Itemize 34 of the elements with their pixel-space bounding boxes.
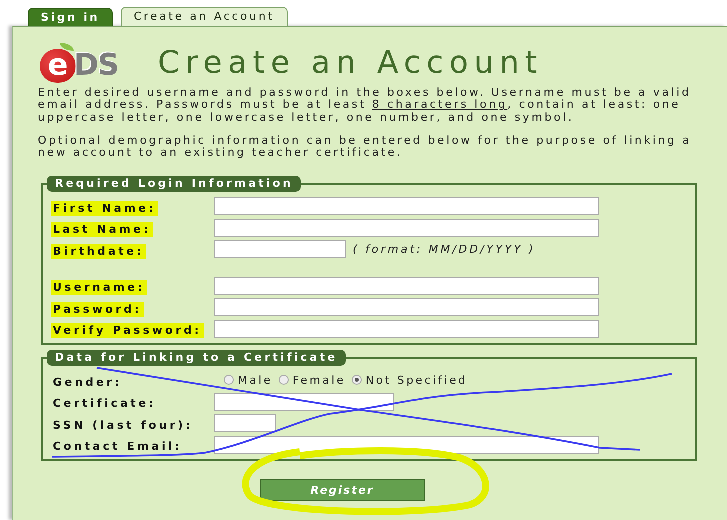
field-label: Verify Password: [51, 323, 204, 338]
field-label: First Name: [51, 200, 158, 216]
input-field[interactable] [214, 197, 599, 216]
field-label: SSN (last four): [52, 418, 194, 433]
radio-button[interactable] [352, 375, 362, 386]
field-label: Gender: [52, 374, 124, 390]
input-field[interactable] [214, 320, 599, 338]
input-field[interactable] [214, 240, 346, 258]
field-label: Username: [51, 280, 148, 296]
field-label: Password: [51, 302, 144, 317]
note-text: Optional demographic information can be entered below for the purpose of linking a new account to an existing teacher certificate. [38, 134, 693, 160]
section-legend: Required Login Information [47, 176, 302, 192]
radio-label: Male [238, 374, 273, 387]
input-field[interactable] [214, 414, 276, 432]
field-label: Contact Email: [52, 439, 184, 454]
field-label: Certificate: [52, 396, 158, 412]
instructions-text: Enter desired username and password in the boxes below. Username must be a valid email address. Passwords must be at least 8 characters long, contain at least: one uppercase letter, one lowercase letter, one number, and one symbol. [38, 87, 692, 124]
radio-label: Not Specified [366, 374, 468, 387]
input-field[interactable] [214, 298, 599, 316]
format-hint: ( format: MM/DD/YYYY ) [353, 242, 536, 256]
logo: e DS [38, 43, 148, 83]
input-field[interactable] [214, 392, 394, 411]
tab[interactable]: Sign in [28, 8, 113, 26]
input-field[interactable] [214, 276, 599, 295]
field-label: Last Name: [51, 222, 154, 238]
tab[interactable]: Create an Account [120, 7, 288, 26]
requirements-link[interactable]: 8 characters long [372, 98, 508, 112]
radio-button[interactable] [224, 375, 234, 386]
radio-button[interactable] [278, 375, 289, 386]
field-label: Birthdate: [51, 244, 146, 259]
section-legend: Data for Linking to a Certificate [47, 350, 346, 366]
page-title: Create an Account [158, 45, 544, 81]
radio-label: Female [292, 374, 346, 387]
input-field[interactable] [214, 218, 599, 237]
